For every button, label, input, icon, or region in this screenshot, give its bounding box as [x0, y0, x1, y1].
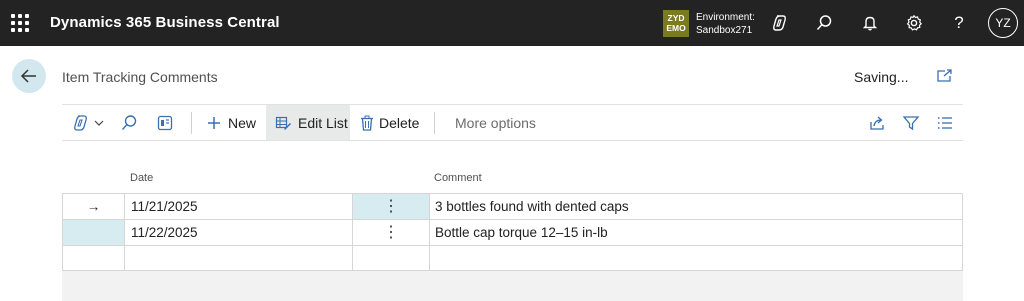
- table-row[interactable]: 11/22/2025 ⋮ Bottle cap torque 12–15 in-…: [63, 220, 962, 246]
- edit-list-button[interactable]: Edit List: [266, 105, 350, 140]
- column-header-date[interactable]: Date: [130, 172, 153, 184]
- share-icon: [870, 116, 884, 130]
- date-cell[interactable]: 11/22/2025: [125, 220, 353, 245]
- copilot-icon[interactable]: [769, 12, 791, 34]
- separator: [434, 112, 435, 134]
- more-options-button[interactable]: More options: [455, 105, 545, 140]
- column-header-comment[interactable]: Comment: [434, 172, 482, 184]
- chevron-down-icon: [94, 120, 104, 126]
- environment-badge-line1: ZYD: [667, 13, 685, 23]
- search-icon[interactable]: [813, 12, 835, 34]
- plus-icon: [208, 116, 220, 129]
- more-vertical-icon: ⋮: [383, 197, 399, 215]
- action-bar: New Edit List Delete More options: [62, 104, 963, 141]
- environment-badge[interactable]: ZYD EMO: [663, 10, 689, 37]
- environment-info[interactable]: Environment: Sandbox271: [696, 11, 755, 37]
- popout-icon[interactable]: [935, 67, 955, 85]
- avatar[interactable]: YZ: [988, 8, 1018, 38]
- delete-button[interactable]: Delete: [360, 105, 422, 140]
- delete-label: Delete: [379, 114, 420, 131]
- edit-list-icon: [275, 116, 291, 130]
- comment-cell[interactable]: 3 bottles found with dented caps: [430, 194, 962, 219]
- search-button[interactable]: [120, 105, 142, 140]
- date-cell[interactable]: 11/21/2025: [125, 194, 353, 219]
- table-view-icon: [157, 115, 173, 130]
- saving-status: Saving...: [854, 69, 909, 85]
- comment-cell[interactable]: [430, 246, 962, 271]
- page-title: Item Tracking Comments: [62, 69, 218, 85]
- comments-grid: → 11/21/2025 ⋮ 3 bottles found with dent…: [62, 193, 963, 271]
- search-icon: [121, 114, 137, 130]
- table-row[interactable]: [63, 246, 962, 272]
- environment-badge-line2: EMO: [666, 23, 686, 33]
- list-icon: [938, 116, 952, 129]
- share-button[interactable]: [868, 105, 890, 140]
- date-cell[interactable]: [125, 246, 353, 271]
- comment-cell[interactable]: Bottle cap torque 12–15 in-lb: [430, 220, 962, 245]
- row-indicator[interactable]: [63, 220, 125, 245]
- new-button[interactable]: New: [206, 105, 266, 140]
- row-indicator[interactable]: [63, 246, 125, 271]
- app-launcher-icon[interactable]: [11, 14, 29, 32]
- environment-label: Environment:: [696, 12, 755, 23]
- more-vertical-icon: ⋮: [383, 223, 399, 241]
- bell-icon[interactable]: [859, 12, 881, 34]
- copilot-dropdown-button[interactable]: [72, 105, 106, 140]
- row-actions-button[interactable]: ⋮: [353, 194, 430, 219]
- copilot-icon: [74, 114, 87, 131]
- edit-list-label: Edit List: [298, 114, 348, 131]
- app-title[interactable]: Dynamics 365 Business Central: [50, 14, 280, 31]
- trash-icon: [361, 115, 373, 131]
- table-row[interactable]: → 11/21/2025 ⋮ 3 bottles found with dent…: [63, 194, 962, 220]
- help-icon[interactable]: ?: [948, 12, 970, 34]
- row-actions-cell[interactable]: [353, 246, 430, 271]
- new-label: New: [228, 114, 257, 131]
- back-button[interactable]: [12, 59, 46, 93]
- row-actions-button[interactable]: ⋮: [353, 220, 430, 245]
- filter-icon: [902, 115, 920, 130]
- filter-button[interactable]: [902, 105, 924, 140]
- arrow-left-icon: [20, 69, 36, 83]
- top-bar: Dynamics 365 Business Central ZYD EMO En…: [0, 0, 1024, 46]
- analyze-button[interactable]: [156, 105, 178, 140]
- footer-band: [62, 271, 963, 301]
- separator: [191, 112, 192, 134]
- environment-name: Sandbox271: [696, 25, 753, 36]
- list-view-button[interactable]: [936, 105, 958, 140]
- gear-icon[interactable]: [903, 12, 925, 34]
- row-indicator[interactable]: →: [63, 194, 125, 219]
